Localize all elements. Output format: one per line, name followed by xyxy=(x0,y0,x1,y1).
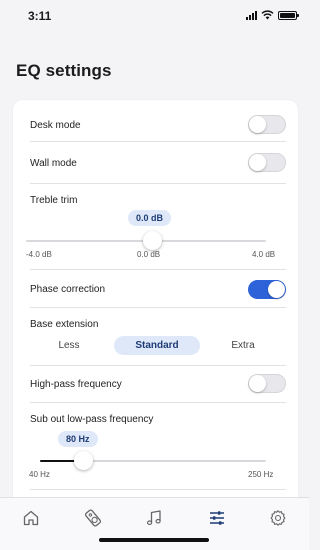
high-pass-row: High-pass frequency xyxy=(30,366,286,403)
wifi-icon xyxy=(261,10,274,20)
tab-home[interactable] xyxy=(18,505,44,531)
cellular-signal-icon xyxy=(246,10,257,20)
treble-trim-max-label: 4.0 dB xyxy=(252,250,276,259)
music-note-icon xyxy=(146,510,161,526)
home-indicator xyxy=(99,538,209,542)
desk-mode-label: Desk mode xyxy=(30,120,81,131)
base-extension-option-standard[interactable]: Standard xyxy=(114,336,200,355)
treble-trim-value: 0.0 dB xyxy=(128,210,172,226)
battery-icon xyxy=(278,10,299,20)
treble-trim-label: Treble trim xyxy=(30,195,78,206)
phase-correction-toggle[interactable] xyxy=(248,280,286,299)
tab-settings[interactable] xyxy=(265,505,291,531)
phase-correction-row: Phase correction xyxy=(30,270,286,308)
tab-bar xyxy=(0,497,309,550)
desk-mode-toggle[interactable] xyxy=(248,115,286,134)
tab-speaker[interactable] xyxy=(80,505,106,531)
wall-mode-label: Wall mode xyxy=(30,158,77,169)
phase-correction-label: Phase correction xyxy=(30,284,106,295)
treble-trim-row: Treble trim 0.0 dB -4.0 dB 0.0 dB 4.0 dB xyxy=(26,184,286,270)
sliders-icon xyxy=(210,511,224,525)
sub-out-value: 80 Hz xyxy=(58,431,98,447)
base-extension-row: Base extension Less Standard Extra xyxy=(30,308,286,366)
treble-trim-min-label: -4.0 dB xyxy=(26,250,52,259)
base-extension-option-less[interactable]: Less xyxy=(44,336,94,355)
desk-mode-row: Desk mode xyxy=(30,112,286,142)
page-title: EQ settings xyxy=(16,61,112,80)
sub-out-min-label: 40 Hz xyxy=(29,470,50,479)
eq-settings-card: Desk mode Wall mode Treble trim 0.0 dB -… xyxy=(13,100,298,510)
sub-out-thumb[interactable] xyxy=(74,451,93,470)
speaker-icon xyxy=(84,509,102,527)
base-extension-label: Base extension xyxy=(30,319,99,330)
base-extension-option-extra[interactable]: Extra xyxy=(218,336,268,355)
tab-music[interactable] xyxy=(141,505,167,531)
wall-mode-row: Wall mode xyxy=(30,142,286,184)
wall-mode-toggle[interactable] xyxy=(248,153,286,172)
treble-trim-mid-label: 0.0 dB xyxy=(137,250,161,259)
tab-eq[interactable] xyxy=(204,505,230,531)
treble-trim-thumb[interactable] xyxy=(143,231,162,250)
sub-out-max-label: 250 Hz xyxy=(248,470,274,479)
sub-out-row: Sub out low-pass frequency 80 Hz 40 Hz 2… xyxy=(29,403,286,490)
high-pass-toggle[interactable] xyxy=(248,374,286,393)
home-icon xyxy=(23,510,39,526)
high-pass-label: High-pass frequency xyxy=(30,379,122,390)
status-time: 3:11 xyxy=(28,9,52,23)
status-icons xyxy=(246,10,299,20)
gear-icon xyxy=(270,510,286,526)
sub-out-label: Sub out low-pass frequency xyxy=(30,414,154,425)
status-bar: 3:11 xyxy=(0,0,309,32)
